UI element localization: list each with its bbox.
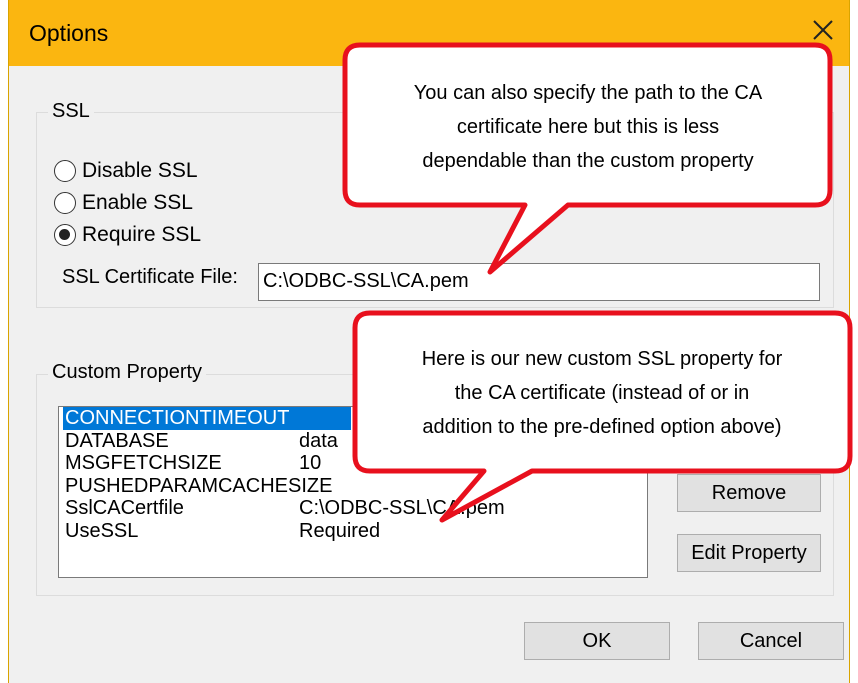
disable-ssl-radio[interactable]: Disable SSL xyxy=(54,156,198,186)
property-name: CONNECTIONTIMEOUT xyxy=(63,407,351,430)
custom-property-group-label: Custom Property xyxy=(48,361,207,384)
ssl-cert-file-label: SSL Certificate File: xyxy=(62,266,238,288)
callout-top-line-3: dependable than the custom property xyxy=(422,150,754,172)
callout-bottom-line-2: the CA certificate (instead of or in xyxy=(454,382,750,404)
enable-ssl-radio-circle[interactable] xyxy=(54,192,76,214)
callout-bottom-line-3: addition to the pre-defined option above… xyxy=(422,416,782,438)
property-name: PUSHEDPARAMCACHESIZE xyxy=(65,474,333,497)
disable-ssl-radio-circle[interactable] xyxy=(54,160,76,182)
callout-bottom-line-1: Here is our new custom SSL property for xyxy=(421,348,783,370)
property-name: SslCACertfile xyxy=(65,497,184,519)
callout-bottom-text: Here is our new custom SSL property for … xyxy=(358,342,846,444)
enable-ssl-label: Enable SSL xyxy=(82,191,193,214)
window-title: Options xyxy=(29,20,109,46)
callout-top-line-1: You can also specify the path to the CA xyxy=(413,82,763,104)
property-value: data xyxy=(299,429,338,452)
ssl-group-label: SSL xyxy=(48,100,94,123)
callout-top-line-2: certificate here but this is less xyxy=(456,116,720,138)
disable-ssl-label: Disable SSL xyxy=(82,159,198,182)
require-ssl-radio-circle[interactable] xyxy=(54,224,76,246)
cancel-button[interactable]: Cancel xyxy=(698,622,844,660)
edit-property-button[interactable]: Edit Property xyxy=(677,534,821,572)
property-name: MSGFETCHSIZE xyxy=(65,452,222,474)
property-name: DATABASE xyxy=(65,429,169,452)
callout-top-text: You can also specify the path to the CA … xyxy=(348,76,828,178)
require-ssl-radio[interactable]: Require SSL xyxy=(54,220,201,250)
ok-button[interactable]: OK xyxy=(524,622,670,660)
require-ssl-label: Require SSL xyxy=(82,223,202,246)
property-name: UseSSL xyxy=(65,519,139,542)
property-value: 10 xyxy=(299,452,322,474)
enable-ssl-radio[interactable]: Enable SSL xyxy=(54,188,193,218)
